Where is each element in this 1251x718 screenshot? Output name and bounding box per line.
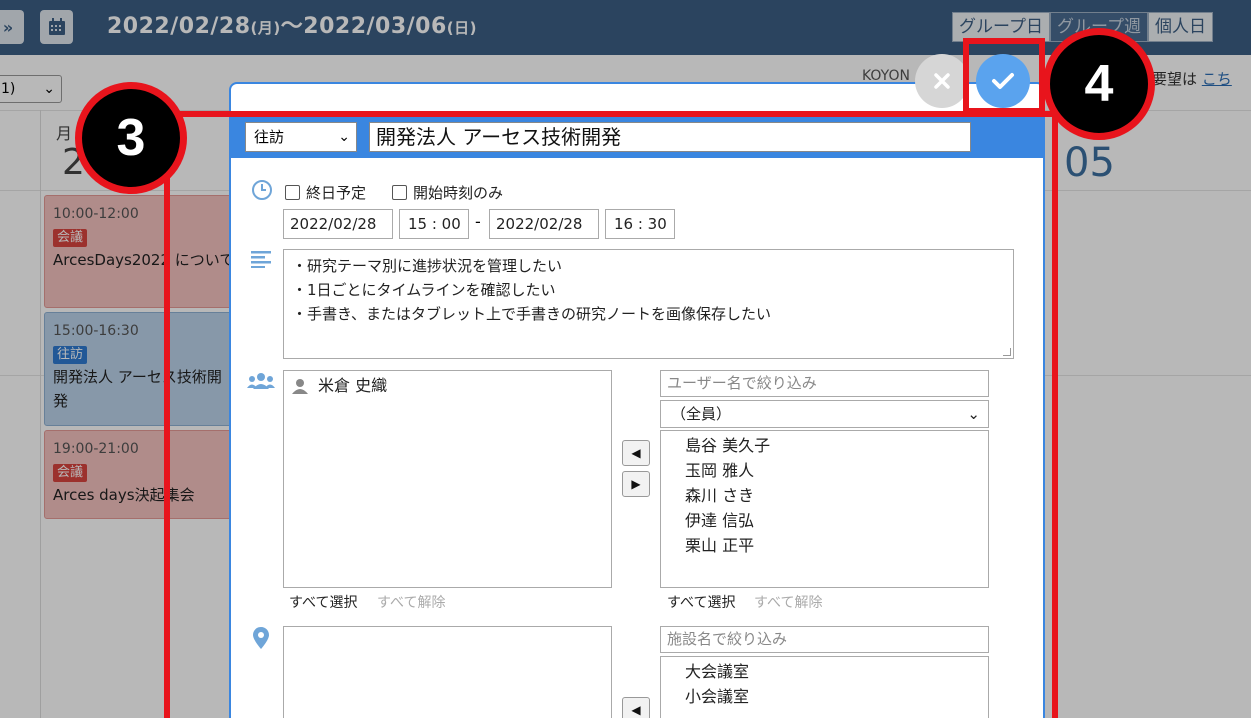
close-icon	[934, 73, 950, 89]
highlight-dialog-box	[164, 111, 1058, 718]
highlight-confirm-box	[963, 38, 1045, 114]
step-marker-4: 4	[1043, 28, 1155, 140]
close-button[interactable]	[915, 54, 969, 108]
step-marker-3: 3	[75, 82, 187, 194]
